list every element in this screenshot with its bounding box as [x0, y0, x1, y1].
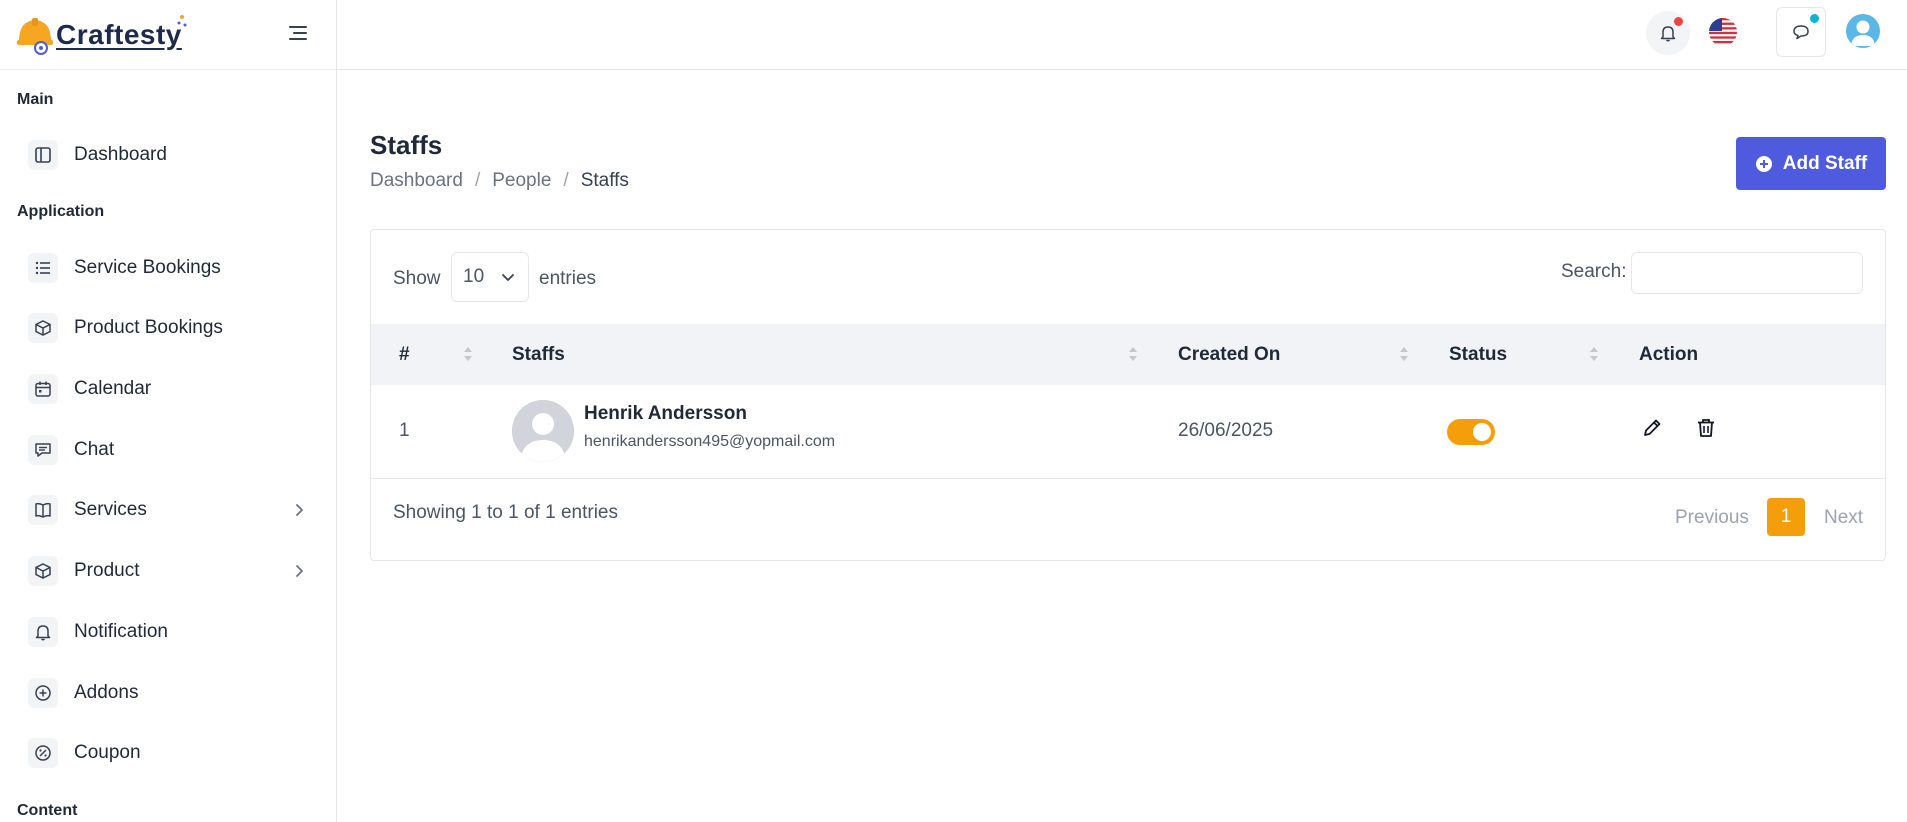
sidebar-item-label: Coupon	[74, 742, 141, 763]
user-placeholder-icon	[512, 400, 574, 462]
user-avatar-icon	[1851, 20, 1875, 46]
language-flag-button[interactable]	[1708, 17, 1738, 47]
row-index: 1	[399, 420, 410, 441]
breadcrumb-current: Staffs	[580, 170, 629, 191]
sidebar-item-notification[interactable]: Notification	[28, 610, 308, 654]
add-staff-label: Add Staff	[1782, 152, 1868, 174]
layout-icon	[28, 140, 58, 170]
breadcrumb-dashboard[interactable]: Dashboard	[370, 170, 463, 192]
plus-circle-icon	[28, 678, 58, 708]
column-header-staffs[interactable]: Staffs	[512, 324, 565, 385]
add-staff-button[interactable]: Add Staff	[1736, 137, 1886, 190]
helmet-logo-icon	[17, 17, 53, 55]
box-icon	[28, 556, 58, 586]
staff-avatar	[512, 400, 574, 462]
search-input[interactable]	[1631, 252, 1863, 294]
chat-badge	[1810, 14, 1819, 23]
chat-icon	[28, 435, 58, 465]
sidebar-section-content: Content	[17, 802, 78, 819]
sidebar-item-addons[interactable]: Addons	[28, 671, 308, 715]
sidebar-item-label: Addons	[74, 682, 139, 703]
plus-circle-icon	[1755, 155, 1772, 172]
staff-table-card: Show 10 entries Search: # Staffs Created…	[370, 229, 1886, 561]
column-header-created-on[interactable]: Created On	[1178, 324, 1280, 385]
chat-button[interactable]	[1776, 7, 1826, 57]
breadcrumb-people[interactable]: People	[492, 170, 551, 192]
pagination-next[interactable]: Next	[1824, 507, 1863, 529]
entries-label: entries	[539, 268, 597, 289]
sidebar-item-dashboard[interactable]: Dashboard	[28, 133, 308, 177]
breadcrumb-separator: /	[563, 170, 569, 191]
notification-button[interactable]	[1646, 11, 1690, 55]
sidebar: Craftesty Main Dashboard Application Ser…	[0, 0, 337, 822]
pagination-summary: Showing 1 to 1 of 1 entries	[393, 502, 618, 523]
column-header-action: Action	[1639, 343, 1699, 365]
bell-icon	[28, 617, 58, 647]
box-icon	[28, 313, 58, 343]
sidebar-item-label: Service Bookings	[74, 257, 221, 278]
table-header: # Staffs Created On Status Action	[371, 324, 1885, 385]
breadcrumb: Dashboard / People / Staffs	[370, 170, 629, 192]
sidebar-item-calendar[interactable]: Calendar	[28, 367, 308, 411]
brand-name: Craftesty	[56, 18, 182, 50]
sparkle-icon	[177, 14, 187, 26]
page-title: Staffs	[370, 130, 443, 160]
chevron-right-icon	[296, 565, 303, 577]
sort-icon[interactable]	[1589, 345, 1599, 363]
pagination-page-1[interactable]: 1	[1767, 498, 1805, 536]
notification-badge	[1674, 17, 1683, 26]
show-label: Show	[393, 268, 441, 289]
sort-icon[interactable]	[463, 345, 473, 363]
sidebar-item-label: Calendar	[74, 378, 152, 399]
sidebar-item-coupon[interactable]: Coupon	[28, 731, 308, 775]
status-toggle[interactable]	[1447, 419, 1495, 445]
sidebar-item-label: Product	[74, 560, 140, 581]
table-row: 1 Henrik Andersson henrikandersson495@yo…	[371, 385, 1885, 479]
topbar	[337, 0, 1907, 70]
chat-icon	[1793, 25, 1809, 40]
brand: Craftesty	[0, 0, 336, 70]
sidebar-item-label: Chat	[74, 439, 115, 460]
sidebar-item-services[interactable]: Services	[28, 488, 308, 532]
menu-toggle-icon[interactable]	[287, 22, 309, 44]
calendar-icon	[28, 374, 58, 404]
book-icon	[28, 495, 58, 525]
search-label: Search:	[1561, 261, 1627, 282]
staff-email: henrikandersson495@yopmail.com	[584, 433, 836, 450]
sidebar-item-label: Dashboard	[74, 144, 167, 165]
staff-name[interactable]: Henrik Andersson	[584, 403, 747, 425]
breadcrumb-separator: /	[474, 170, 481, 191]
us-flag-icon	[1709, 18, 1737, 46]
sidebar-item-product[interactable]: Product	[28, 549, 308, 593]
status-toggle-knob	[1473, 423, 1491, 441]
trash-icon	[1698, 419, 1714, 437]
sidebar-item-chat[interactable]: Chat	[28, 428, 308, 472]
sidebar-section-application: Application	[17, 203, 105, 220]
sidebar-item-label: Notification	[74, 621, 168, 642]
list-icon	[28, 253, 58, 283]
sidebar-item-label: Product Bookings	[74, 317, 223, 338]
sort-icon[interactable]	[1128, 345, 1138, 363]
sort-icon[interactable]	[1399, 345, 1409, 363]
column-header-status[interactable]: Status	[1449, 324, 1507, 385]
entries-per-page-select[interactable]: 10	[451, 252, 529, 302]
chevron-down-icon	[502, 274, 515, 281]
delete-button[interactable]	[1691, 413, 1721, 443]
brand-logo[interactable]: Craftesty	[16, 14, 188, 55]
sidebar-item-product-bookings[interactable]: Product Bookings	[28, 306, 308, 350]
sidebar-item-label: Services	[74, 499, 147, 520]
pagination-previous[interactable]: Previous	[1675, 507, 1749, 529]
entries-per-page-value: 10	[463, 266, 485, 287]
created-on-value: 26/06/2025	[1178, 420, 1274, 441]
pencil-icon	[1644, 419, 1661, 436]
sidebar-section-main: Main	[17, 91, 54, 108]
edit-button[interactable]	[1637, 413, 1667, 443]
sidebar-item-service-bookings[interactable]: Service Bookings	[28, 246, 308, 290]
percent-icon	[28, 738, 58, 768]
user-avatar-button[interactable]	[1846, 14, 1880, 48]
column-header-index[interactable]: #	[399, 324, 410, 385]
chevron-right-icon	[296, 504, 303, 516]
bell-icon	[1660, 26, 1676, 42]
